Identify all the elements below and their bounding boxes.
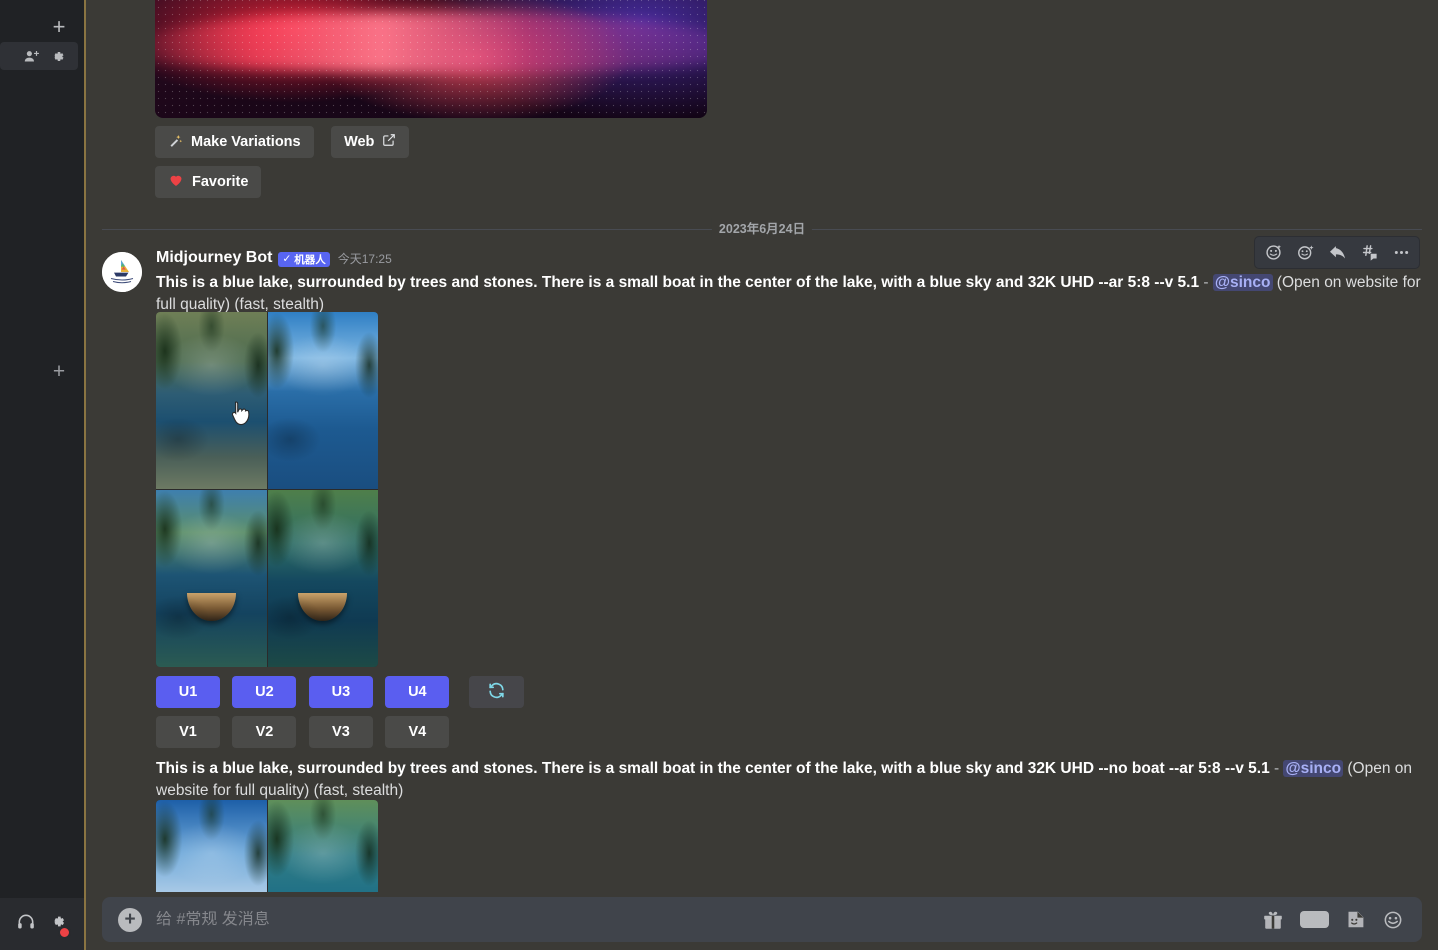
message-composer: + GIF [86,892,1438,950]
variation-button-v2[interactable]: V2 [232,716,297,748]
generated-image-grid-1[interactable] [156,312,378,667]
author-name[interactable]: Midjourney Bot [156,249,272,267]
plus-icon: + [52,359,66,383]
top-message-button-row-2: Favorite [155,166,262,198]
verified-check-icon: ✓ [282,253,292,265]
gift-icon[interactable] [1262,909,1284,931]
web-button[interactable]: Web [331,126,410,158]
upscale-button-u4[interactable]: U4 [385,676,450,708]
upscale-button-u3[interactable]: U3 [308,676,373,708]
favorite-label: Favorite [192,174,249,190]
plus-circle-icon: + [124,909,136,930]
create-thread-icon[interactable] [1356,240,1382,265]
u2-label: U2 [255,684,274,700]
add-channel-button[interactable]: + [46,358,72,384]
reroll-button[interactable] [468,676,524,708]
composer-icons: GIF [1262,909,1422,931]
external-link-icon [382,133,396,151]
discord-window: + + Make Variations Web Favorite 2023年6月… [0,0,1438,950]
user-panel [0,898,84,950]
u1-label: U1 [178,684,198,700]
make-variations-label: Make Variations [191,134,301,150]
chat-area: Make Variations Web Favorite 2023年6月24日 … [86,0,1438,950]
magic-wand-icon [168,133,183,152]
reply-icon[interactable] [1324,240,1350,265]
dash-2: - [1269,760,1284,777]
grid-cell-4[interactable] [267,490,378,667]
message-timestamp: 今天17:25 [337,251,392,266]
dash-1: - [1199,274,1213,291]
message-input[interactable] [142,910,1263,929]
message-content-1: This is a blue lake, surrounded by trees… [156,272,1421,316]
grid-cell-3[interactable] [156,490,267,667]
v3-label: V3 [332,724,350,740]
variation-button-v3[interactable]: V3 [308,716,373,748]
variation-button-v1[interactable]: V1 [156,716,220,748]
date-divider: 2023年6月24日 [86,218,1438,240]
upscale-button-u1[interactable]: U1 [156,676,220,708]
add-server-button[interactable]: + [46,14,72,40]
bot-badge: ✓ 机器人 [278,251,330,267]
make-variations-button[interactable]: Make Variations [155,126,314,158]
grid-cell-2[interactable] [267,312,378,489]
sailboat-avatar-icon [102,252,142,292]
avatar[interactable] [102,252,142,292]
red-heart-icon [168,172,184,192]
u4-label: U4 [408,684,427,700]
user-settings-gear-icon[interactable] [48,912,71,939]
upload-attachment-button[interactable]: + [118,907,142,932]
mention-sinco-1[interactable]: @sinco [1212,274,1273,291]
grid-cell-1[interactable] [156,312,267,489]
more-options-icon[interactable] [1388,240,1414,265]
refresh-icon [487,681,506,704]
message-content-2: This is a blue lake, surrounded by trees… [156,758,1421,802]
sticker-icon[interactable] [1345,909,1366,930]
v4-label: V4 [408,724,427,740]
generated-image-wave[interactable] [155,0,707,118]
top-message-button-row-1: Make Variations Web [155,126,410,158]
super-reaction-icon[interactable] [1292,240,1318,265]
prompt-text-1: This is a blue lake, surrounded by trees… [156,274,1200,291]
gear-icon[interactable] [49,48,66,65]
prompt-text-2: This is a blue lake, surrounded by trees… [156,760,1270,777]
favorite-button[interactable]: Favorite [155,166,262,198]
plus-icon: + [52,14,66,39]
gif-icon[interactable]: GIF [1300,910,1329,929]
add-reaction-icon[interactable] [1260,240,1286,265]
u3-label: U3 [331,684,351,700]
server-sidebar: + + [0,0,84,950]
message-hover-toolbar [1254,236,1420,269]
v1-label: V1 [179,724,197,740]
web-label: Web [344,134,375,150]
notification-dot [58,926,71,939]
particle-dots [155,0,707,118]
bot-badge-label: 机器人 [294,253,326,266]
date-divider-label: 2023年6月24日 [711,218,813,240]
emoji-icon[interactable] [1382,909,1404,931]
message-header: Midjourney Bot ✓ 机器人 今天17:25 [156,249,392,267]
variation-button-row: V1 V2 V3 V4 [156,716,450,748]
v2-label: V2 [255,724,274,740]
headphones-icon[interactable] [16,912,36,937]
variation-button-v4[interactable]: V4 [385,716,450,748]
add-person-icon[interactable] [23,48,40,65]
upscale-button-row: U1 U2 U3 U4 [156,676,524,708]
upscale-button-u2[interactable]: U2 [232,676,297,708]
composer-box: + GIF [102,897,1422,942]
sidebar-actions-tile[interactable] [0,42,78,70]
mention-sinco-2[interactable]: @sinco [1283,760,1344,777]
